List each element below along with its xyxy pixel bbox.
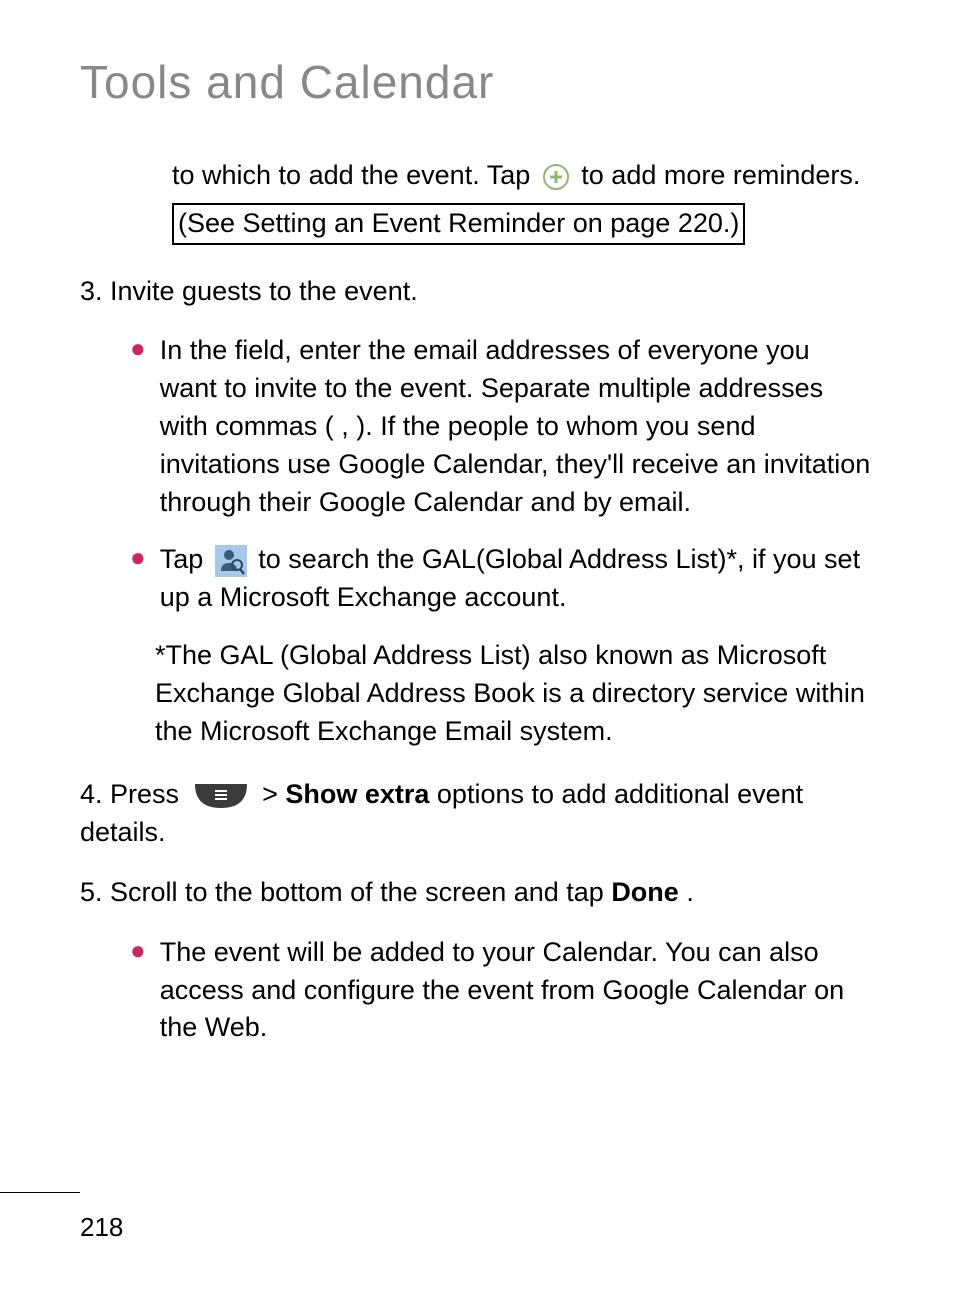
bullet-text: The event will be added to your Calendar… [160,934,874,1047]
bullet-text: In the field, enter the email addresses … [160,332,874,521]
step-3-bullet-1: ● In the field, enter the email addresse… [130,332,874,521]
step-4-bold: Show extra [285,779,429,809]
gal-footnote: *The GAL (Global Address List) also know… [155,637,874,750]
step-4-middle: > [262,779,285,809]
step-5-suffix: . [686,877,694,907]
step-5: 5. Scroll to the bottom of the screen an… [80,874,874,912]
bullet-2-suffix: to search the GAL(Global Address List)*,… [160,544,860,612]
bullet-2-prefix: Tap [160,544,211,574]
step-5-bullet-1: ● The event will be added to your Calend… [130,934,874,1047]
plus-icon [542,163,570,191]
step-3: 3. Invite guests to the event. [80,273,874,311]
gal-search-icon [215,545,247,577]
content-body: to which to add the event. Tap to add mo… [80,157,874,1047]
bullet-icon: ● [130,332,146,366]
step-4: 4. Press > Show extra options to add add… [80,776,874,852]
page-number: 218 [80,1212,123,1243]
continuation-text-after: to add more reminders. [581,160,860,190]
continuation-text-before: to which to add the event. Tap [172,160,538,190]
step-3-bullet-2: ● Tap to search the GAL(Global Address L… [130,541,874,617]
step-4-prefix: 4. Press [80,779,187,809]
bullet-text: Tap to search the GAL(Global Address Lis… [160,541,874,617]
step-5-bold: Done [611,877,679,907]
step-4-suffix: options to add additional event details. [80,779,803,847]
link-text: (See Setting an Event Reminder on page 2… [178,208,739,238]
bullet-icon: ● [130,541,146,575]
menu-button-icon [193,782,249,810]
cross-reference-link[interactable]: (See Setting an Event Reminder on page 2… [172,203,745,245]
page-title: Tools and Calendar [80,55,874,109]
step-5-prefix: 5. Scroll to the bottom of the screen an… [80,877,611,907]
bullet-icon: ● [130,934,146,968]
continuation-line: to which to add the event. Tap to add mo… [172,157,874,195]
